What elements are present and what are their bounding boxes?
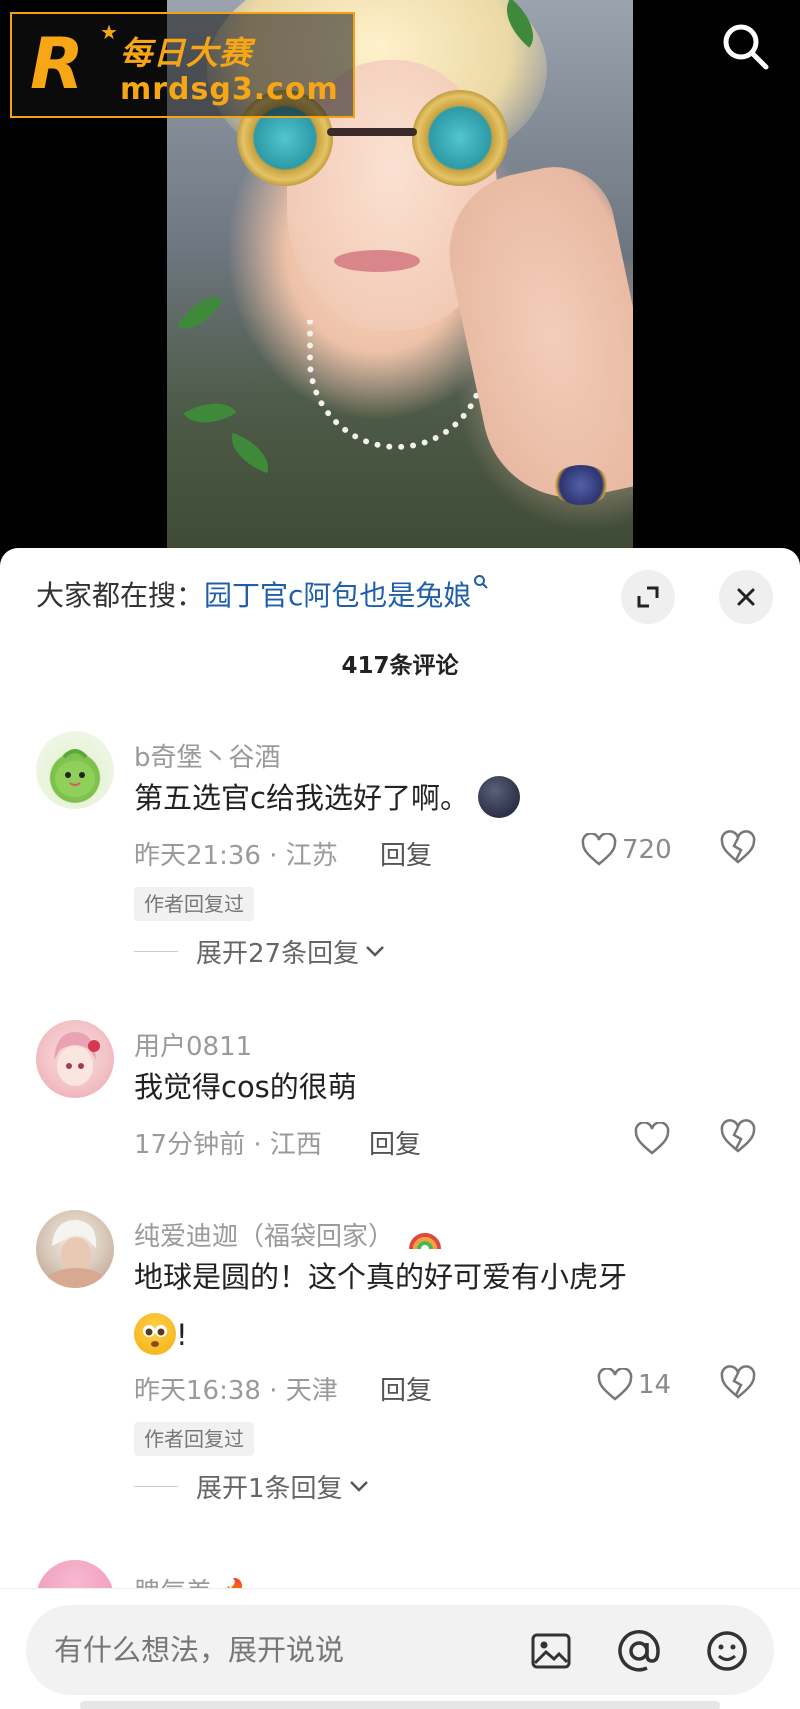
ring [552,465,610,505]
reply-button[interactable]: 回复 [369,1124,421,1161]
comment-text: 地球是圆的！这个真的好可爱有小虎牙 ! [134,1248,734,1364]
chevron-down-icon [349,1481,368,1492]
lips [334,250,420,272]
broken-heart-icon[interactable] [718,1119,762,1159]
home-indicator [80,1701,720,1709]
comment-item: 用户0811 我觉得cos的很萌 17分钟前 · 江西 回复 [0,1020,800,1200]
comment-text: 我觉得cos的很萌 [134,1070,357,1104]
hand [434,155,633,515]
reply-button[interactable]: 回复 [380,835,432,872]
search-small-icon [473,574,489,595]
close-icon[interactable] [719,570,773,624]
leaf-decoration [223,432,277,474]
comment-text-line: ! [134,1306,734,1364]
at-mention-icon[interactable] [616,1628,662,1674]
broken-heart-icon[interactable] [718,1365,762,1405]
expand-replies-label: 展开1条回复 [196,1473,343,1504]
comment-item: 纯爱迪迦（福袋回家） 地球是圆的！这个真的好可爱有小虎牙 ! 昨天16:38 ·… [0,1210,800,1530]
comment-meta: 昨天21:36 · 江苏 [134,841,338,871]
watermark-url: mrdsg3.com [120,72,339,107]
heart-icon [581,833,617,866]
goggle-right [412,90,508,186]
watermark-title: 每日大赛 [120,34,253,72]
watermark-logo: R ★ 每日大赛 mrdsg3.com [10,12,355,118]
search-icon[interactable] [716,18,776,78]
comment-text: 第五选官c给我选好了啊。 [134,769,734,827]
comment-text-tail: ! [176,1318,188,1352]
watermark-letter: R [30,23,84,105]
divider [134,1485,178,1487]
chevron-down-icon [366,946,384,957]
like-button[interactable] [633,1119,675,1159]
comment-input-placeholder: 有什么想法，展开说说 [54,1633,345,1667]
comment-text-line: 地球是圆的！这个真的好可爱有小虎牙 [134,1260,628,1294]
goggle-bridge [327,128,417,136]
comment-item: b奇堡丶谷酒 第五选官c给我选好了啊。 昨天21:36 · 江苏 回复 720 … [0,731,800,971]
comment-count: 417条评论 [341,653,459,679]
broken-heart-icon[interactable] [718,830,762,870]
author-replied-badge: 作者回复过 [134,1422,254,1456]
leaf-decoration [177,286,223,340]
leaf-decoration [183,390,237,436]
avatar[interactable] [36,1020,114,1098]
expand-icon[interactable] [621,570,675,624]
comment-input[interactable]: 有什么想法，展开说说 [26,1605,774,1695]
rainbow-emoji [409,1232,442,1249]
avatar[interactable] [36,731,114,809]
video-player[interactable]: R ★ 每日大赛 mrdsg3.com [0,0,800,560]
expand-replies-label: 展开27条回复 [196,938,360,969]
expand-replies-button[interactable]: 展开1条回复 [134,1466,371,1506]
heart-icon [634,1122,670,1155]
trending-search-link[interactable]: 园丁官c阿包也是兔娘 [204,574,471,614]
comment-meta: 17分钟前 · 江西 [134,1130,322,1160]
star-icon: ★ [100,20,118,44]
comment-input-bar: 有什么想法，展开说说 [0,1588,800,1709]
author-replied-badge: 作者回复过 [134,887,254,921]
pleading-face-emoji [134,1313,176,1355]
comment-text-body: 第五选官c给我选好了啊。 [134,781,469,815]
like-count: 720 [622,835,672,865]
pearl-necklace [307,320,487,450]
like-button[interactable]: 720 [580,830,672,870]
comment-meta: 昨天16:38 · 天津 [134,1376,338,1406]
reply-button[interactable]: 回复 [380,1370,432,1407]
dark-round-emoji [478,776,521,818]
emoji-icon[interactable] [704,1628,750,1674]
divider [134,950,178,952]
like-button[interactable]: 14 [596,1365,671,1405]
expand-replies-button[interactable]: 展开27条回复 [134,931,387,971]
avatar[interactable] [36,1210,114,1288]
comment-sheet: 大家都在搜： 园丁官c阿包也是兔娘 417条评论 b奇堡丶谷酒 第五选官c给我选… [0,548,800,1709]
heart-icon [597,1368,633,1401]
trending-search-prefix: 大家都在搜： [36,579,205,612]
image-icon[interactable] [528,1628,574,1674]
like-count: 14 [638,1370,672,1400]
trending-search[interactable]: 大家都在搜： 园丁官c阿包也是兔娘 [36,572,596,616]
